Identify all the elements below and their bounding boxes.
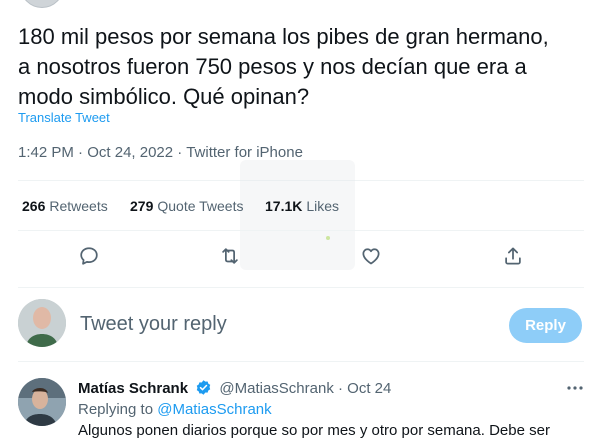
retweet-icon [222, 248, 238, 264]
share-action-button[interactable] [502, 245, 524, 267]
replying-to-label: Replying to [78, 401, 154, 418]
verified-badge-icon [196, 380, 211, 395]
reply-author-photo [18, 378, 66, 426]
like-action-button[interactable] [360, 245, 382, 267]
tweet-time[interactable]: 1:42 PM [18, 144, 74, 161]
tweet-source[interactable]: Twitter for iPhone [186, 144, 303, 161]
retweet-action-button[interactable] [219, 245, 241, 267]
quote-tweets-label: Quote Tweets [157, 198, 244, 214]
current-user-avatar[interactable] [18, 299, 66, 347]
divider [18, 230, 584, 231]
reply-input[interactable]: Tweet your reply [80, 313, 227, 336]
reply-author-name[interactable]: Matías Schrank [78, 380, 188, 397]
user-photo [18, 299, 66, 347]
reply-author-handle[interactable]: @MatiasSchrank [219, 380, 333, 397]
heart-icon [362, 248, 380, 265]
author-avatar[interactable] [20, 0, 64, 8]
reply-author-avatar[interactable] [18, 378, 66, 426]
retweets-label: Retweets [49, 198, 108, 214]
replying-to-handle-link[interactable]: @MatiasSchrank [157, 401, 271, 418]
quote-tweets-stat[interactable]: 279 Quote Tweets [130, 198, 244, 214]
divider [18, 361, 584, 362]
reply-separator: · [338, 380, 343, 397]
more-options-button[interactable] [565, 379, 585, 397]
likes-stat[interactable]: 17.1K Likes [265, 198, 339, 214]
reply-submit-button[interactable]: Reply [509, 308, 582, 343]
watermark-overlay [240, 160, 355, 270]
reply-icon [80, 247, 98, 265]
reply-text: Algunos ponen diarios porque so por mes … [78, 422, 550, 439]
retweets-stat[interactable]: 266 Retweets [22, 198, 108, 214]
likes-label: Likes [306, 198, 340, 214]
quote-tweets-count: 279 [130, 198, 154, 214]
tweet-text: 180 mil pesos por semana los pibes de gr… [18, 24, 549, 109]
reply-header: Matías Schrank @MatiasSchrank · Oct 24 [78, 379, 391, 397]
replying-to: Replying to @MatiasSchrank [78, 401, 272, 418]
retweets-count: 266 [22, 198, 46, 214]
meta-separator: · [78, 144, 84, 161]
reply-action-button[interactable] [78, 245, 100, 267]
tweet-meta: 1:42 PM · Oct 24, 2022 · Twitter for iPh… [18, 144, 303, 161]
likes-count: 17.1K [265, 198, 303, 214]
reply-date[interactable]: Oct 24 [347, 380, 391, 397]
share-icon [505, 247, 521, 265]
watermark-dot [326, 236, 330, 240]
tweet-date[interactable]: Oct 24, 2022 [87, 144, 173, 161]
more-icon [567, 386, 583, 390]
translate-tweet-link[interactable]: Translate Tweet [18, 110, 110, 125]
meta-separator: · [177, 144, 183, 161]
divider [18, 287, 584, 288]
